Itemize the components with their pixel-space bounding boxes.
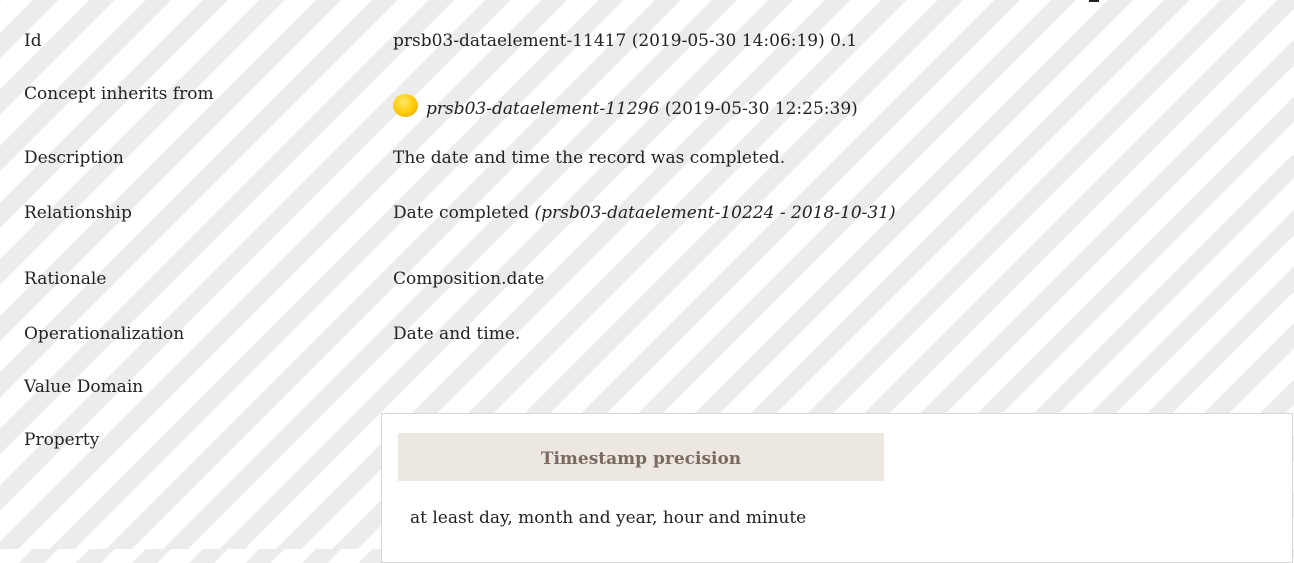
row-rationale: Rationale Composition.date [0, 269, 1294, 309]
row-id: Id prsb03-dataelement-11417 (2019-05-30 … [0, 31, 1294, 71]
yellow-status-dot-icon [393, 94, 418, 117]
label-property: Property [24, 430, 100, 450]
value-id: prsb03-dataelement-11417 (2019-05-30 14:… [393, 31, 858, 51]
value-concept-inherits: prsb03-dataelement-11296 (2019-05-30 12:… [393, 94, 858, 119]
property-panel-value: at least day, month and year, hour and m… [410, 508, 807, 528]
row-relationship: Relationship Date completed (prsb03-data… [0, 203, 1294, 243]
row-description: Description The date and time the record… [0, 148, 1294, 188]
label-value-domain: Value Domain [24, 377, 144, 397]
concept-timestamp: (2019-05-30 12:25:39) [659, 99, 858, 119]
property-panel-header: Timestamp precision [398, 433, 884, 481]
concept-link[interactable]: prsb03-dataelement-11296 [426, 99, 659, 119]
label-description: Description [24, 148, 124, 168]
row-operationalization: Operationalization Date and time. [0, 324, 1294, 364]
property-panel: Timestamp precision at least day, month … [381, 413, 1293, 563]
label-rationale: Rationale [24, 269, 107, 289]
label-operationalization: Operationalization [24, 324, 185, 344]
value-operationalization: Date and time. [393, 324, 521, 344]
row-concept-inherits: Concept inherits from prsb03-dataelement… [0, 84, 1294, 124]
row-value-domain: Value Domain [0, 377, 1294, 417]
value-rationale: Composition.date [393, 269, 545, 289]
label-id: Id [24, 31, 42, 51]
relationship-text: Date completed [393, 203, 535, 223]
label-concept-inherits: Concept inherits from [24, 84, 214, 104]
relationship-ref: (prsb03-dataelement-10224 - 2018-10-31) [534, 203, 896, 223]
top-edge-mark [1089, 0, 1099, 2]
value-relationship: Date completed (prsb03-dataelement-10224… [393, 203, 896, 223]
label-relationship: Relationship [24, 203, 132, 223]
value-description: The date and time the record was complet… [393, 148, 786, 168]
